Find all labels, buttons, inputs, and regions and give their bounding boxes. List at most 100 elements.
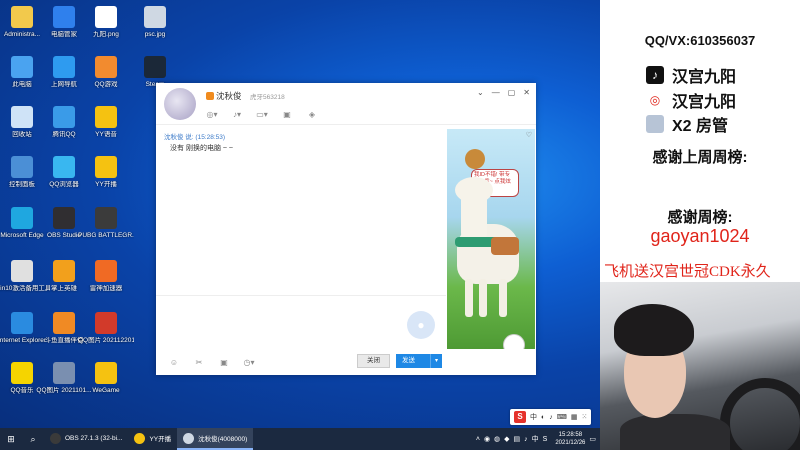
mic-icon[interactable]: ♪ bbox=[549, 414, 553, 421]
contact-name[interactable]: 沈秋俊 bbox=[206, 90, 242, 102]
mini-avatar[interactable] bbox=[503, 334, 525, 349]
edge-icon bbox=[11, 207, 33, 229]
control-panel-icon bbox=[11, 156, 33, 178]
close-icon[interactable]: ✕ bbox=[523, 88, 530, 97]
volume-icon[interactable]: ♪ bbox=[524, 436, 528, 443]
obs-icon bbox=[53, 207, 75, 229]
leishen-icon bbox=[95, 260, 117, 282]
desktop-icon-qq-image-1[interactable]: QQ图片 202112201... bbox=[78, 312, 134, 345]
system-tray: ˄ ◉ ◍ ◆ ▤ ♪ 中 S 15:28:58 2021/12/26 ▭ bbox=[476, 428, 600, 450]
taskbar-app-label: 沈秋俊(4008000) bbox=[198, 436, 248, 443]
web-navigation-icon bbox=[53, 56, 75, 78]
language-indicator[interactable]: 中 bbox=[532, 434, 539, 444]
stream-overlay: QQ/VX:610356037 ♪ 汉宫九阳 ◎ 汉宫九阳 X2 房管 感谢上周… bbox=[600, 0, 800, 282]
desktop-icon-label: psc.jpg bbox=[144, 31, 166, 38]
network-icon[interactable]: ▤ bbox=[514, 435, 521, 443]
shield-icon[interactable]: ◈ bbox=[304, 108, 320, 120]
desktop-icon-qq-game[interactable]: QQ游戏 bbox=[78, 56, 134, 89]
desktop: Administra... 电脑管家 九阳.png psc.jpg 此电脑 上网导航 QQ游… bbox=[0, 0, 600, 428]
avatar[interactable] bbox=[164, 88, 196, 120]
alpaca-leg bbox=[465, 279, 473, 317]
search-icon[interactable]: ⌕ bbox=[22, 428, 44, 450]
qq-music-icon bbox=[11, 362, 33, 384]
social-row-weibo: ◎ 汉宫九阳 bbox=[646, 88, 736, 112]
input-toolbar: ☺ ✂ ▣ ◷▾ bbox=[166, 356, 257, 368]
pc-manager-icon bbox=[53, 6, 75, 28]
windows-start-icon[interactable]: ⊞ bbox=[0, 428, 22, 450]
desktop-icon-wegame[interactable]: WeGame bbox=[78, 362, 134, 395]
tencent-qq-icon bbox=[53, 106, 75, 128]
moon-icon[interactable]: ◐ bbox=[541, 414, 545, 421]
administrator-icon bbox=[11, 6, 33, 28]
qq-image-2-icon bbox=[53, 362, 75, 384]
alpaca-head bbox=[455, 177, 493, 203]
alpaca-leg bbox=[479, 279, 487, 317]
ad-panel[interactable]: ♡ 我ID不错! 带专属!! 肯~ 点我炫耀吧! bbox=[447, 129, 535, 349]
desktop-icon-yy-voice[interactable]: YY语音 bbox=[78, 106, 134, 139]
taskbar-apps: OBS 27.1.3 (32-bi... YY开播 沈秋俊(4008000) bbox=[44, 428, 254, 450]
desktop-icon-label: WeGame bbox=[92, 387, 120, 394]
social-label: 汉宫九阳 bbox=[672, 94, 737, 111]
emoji-icon[interactable]: ☺ bbox=[166, 356, 182, 368]
alpaca-saddle bbox=[491, 237, 519, 255]
taskbar-app-qq-chat[interactable]: 沈秋俊(4008000) bbox=[177, 428, 254, 450]
yy-live-icon bbox=[95, 156, 117, 178]
desktop-icon-psc-jpg[interactable]: psc.jpg bbox=[127, 6, 183, 39]
desktop-icon-label: PUBG BATTLEGR... bbox=[78, 232, 134, 239]
weibo-icon: ◎ bbox=[649, 93, 661, 107]
close-button[interactable]: 关闭 bbox=[357, 354, 390, 368]
maximize-icon[interactable]: ▢ bbox=[508, 88, 516, 97]
psc-jpg-icon bbox=[144, 6, 166, 28]
shirt-icon[interactable]: ▦ bbox=[571, 413, 578, 421]
qq-game-icon bbox=[95, 56, 117, 78]
clock-icon[interactable]: ◷▾ bbox=[241, 356, 257, 368]
send-button[interactable]: 发送 ▾ bbox=[396, 354, 442, 368]
sogou-tray-icon[interactable]: S bbox=[543, 436, 548, 443]
desktop-icon-yy-live[interactable]: YY开播 bbox=[78, 156, 134, 189]
obs-icon bbox=[50, 432, 61, 444]
picture-icon[interactable]: ▣ bbox=[216, 356, 232, 368]
minimize-icon[interactable]: — bbox=[492, 88, 500, 97]
ime-toolbar[interactable]: S 中 ◐ ♪ ⌨ ▦ ⁙ bbox=[510, 409, 592, 425]
message-meta: 沈秋俊 说: (15:28:53) bbox=[164, 134, 226, 141]
desktop-icon-pubg[interactable]: PUBG BATTLEGR... bbox=[78, 207, 134, 240]
pubg-icon bbox=[95, 207, 117, 229]
jiuyang-png-icon bbox=[95, 6, 117, 28]
voice-input-button[interactable]: ● bbox=[407, 311, 435, 339]
desktop-icon-label: YY语音 bbox=[95, 131, 117, 138]
qq-tray-icon[interactable]: ◆ bbox=[504, 435, 509, 443]
keyboard-icon[interactable]: ⌨ bbox=[557, 413, 567, 421]
grid-icon[interactable]: ⁙ bbox=[581, 413, 587, 421]
obs-tray-icon[interactable]: ◉ bbox=[484, 435, 490, 443]
image-icon[interactable]: ▣ bbox=[279, 108, 295, 120]
yy-tray-icon[interactable]: ◍ bbox=[494, 435, 500, 443]
microphone-icon[interactable]: ♪▾ bbox=[229, 108, 245, 120]
qq-chat-icon bbox=[183, 432, 195, 444]
call-icon[interactable]: ◎▾ bbox=[204, 108, 220, 120]
taskbar-app-yy[interactable]: YY开播 bbox=[128, 428, 177, 450]
scissors-icon[interactable]: ✂ bbox=[191, 356, 207, 368]
yy-icon bbox=[134, 432, 146, 444]
ime-language[interactable]: 中 bbox=[530, 412, 537, 422]
chevron-up-icon[interactable]: ˄ bbox=[476, 436, 480, 443]
screen-share-icon[interactable]: ▭▾ bbox=[254, 108, 270, 120]
avatar-icon bbox=[646, 115, 664, 133]
desktop-icon-jiuyang-png[interactable]: 九阳.png bbox=[78, 6, 134, 39]
webcam-feed bbox=[600, 282, 800, 450]
clock[interactable]: 15:28:58 2021/12/26 bbox=[555, 431, 585, 447]
taskbar: ⊞ ⌕ OBS 27.1.3 (32-bi... YY开播 沈秋俊(4008000)… bbox=[0, 428, 600, 450]
chevron-down-icon[interactable]: ▾ bbox=[430, 354, 442, 368]
qq-image-1-icon bbox=[95, 312, 117, 334]
rooster-image bbox=[465, 149, 485, 169]
taskbar-app-obs[interactable]: OBS 27.1.3 (32-bi... bbox=[44, 428, 128, 450]
streamer-body bbox=[620, 414, 730, 450]
scrolling-banner: 飞机送汉宫世冠CDK永久 bbox=[604, 264, 771, 280]
desktop-icon-leishen[interactable]: 雷神加速器 bbox=[78, 260, 134, 293]
chat-header: 沈秋俊 虎牙563218 ◎▾ ♪▾ ▭▾ ▣ ◈ ⌄ — ▢ ✕ bbox=[156, 83, 536, 125]
vip-badge-icon bbox=[206, 92, 214, 100]
desktop-icon-label: YY开播 bbox=[95, 181, 117, 188]
close-ad-icon[interactable]: ♡ bbox=[526, 131, 532, 139]
desktop-icon-label: 九阳.png bbox=[93, 31, 119, 38]
notification-icon[interactable]: ▭ bbox=[589, 435, 596, 443]
chevron-down-icon[interactable]: ⌄ bbox=[477, 88, 484, 97]
